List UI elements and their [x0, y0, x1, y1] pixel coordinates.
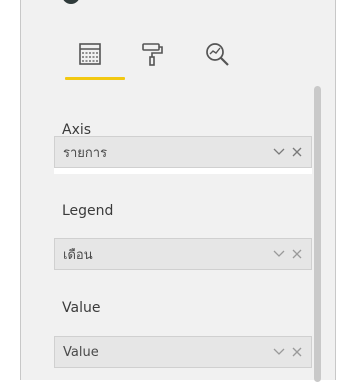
value-field-value: Value	[63, 344, 99, 360]
close-icon[interactable]	[289, 246, 305, 262]
format-tab[interactable]	[132, 36, 172, 72]
fields-icon	[77, 41, 103, 67]
analytics-magnifier-icon	[203, 40, 231, 68]
bottom-edge	[0, 382, 343, 389]
legend-field-value: เดือน	[63, 247, 93, 263]
active-tab-indicator	[65, 77, 125, 80]
chevron-down-icon[interactable]	[271, 344, 287, 360]
visualizations-pane	[20, 0, 336, 380]
well-gap	[54, 168, 312, 174]
axis-field-well[interactable]: รายการ	[54, 136, 312, 168]
vertical-scrollbar[interactable]	[314, 86, 321, 382]
close-icon[interactable]	[289, 344, 305, 360]
fields-tab[interactable]	[70, 36, 110, 72]
value-field-well[interactable]: Value	[54, 336, 312, 368]
close-icon[interactable]	[289, 144, 305, 160]
format-paint-roller-icon	[139, 41, 165, 67]
legend-field-well[interactable]: เดือน	[54, 238, 312, 270]
axis-field-value: รายการ	[63, 145, 108, 161]
analytics-tab[interactable]	[197, 36, 237, 72]
value-label: Value	[62, 300, 101, 316]
legend-label: Legend	[62, 203, 114, 219]
chevron-down-icon[interactable]	[271, 246, 287, 262]
chevron-down-icon[interactable]	[271, 144, 287, 160]
